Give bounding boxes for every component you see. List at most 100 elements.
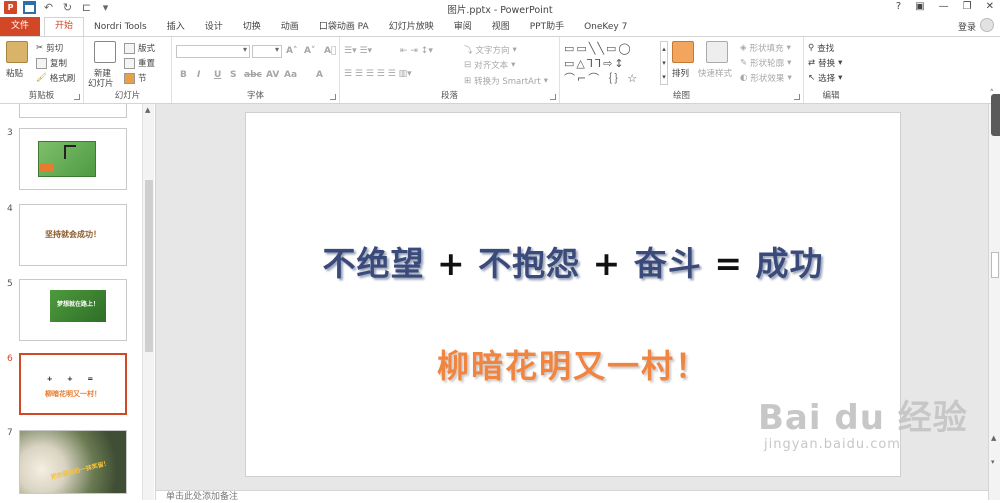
clipboard-launcher-icon[interactable]	[74, 94, 80, 100]
next-slide-icon[interactable]: ▾	[991, 458, 995, 466]
section-button[interactable]: 节	[124, 72, 147, 84]
new-slide-icon[interactable]	[94, 41, 116, 63]
font-launcher-icon[interactable]	[330, 94, 336, 100]
thumbnail-equation: + + =	[46, 375, 100, 383]
grow-font-icon[interactable]: A˄	[286, 46, 297, 56]
prev-slide-icon[interactable]: ▲	[991, 434, 996, 442]
copy-button[interactable]: 复制	[36, 57, 67, 69]
select-button[interactable]: ↖ 选择 ▾	[808, 72, 842, 84]
tab-insert[interactable]: 插入	[157, 19, 195, 36]
shape-effects-button[interactable]: ◐ 形状效果 ▾	[740, 72, 792, 84]
slide-thumbnail-6[interactable]: + + = 柳暗花明又一村！	[19, 353, 127, 415]
drawing-launcher-icon[interactable]	[794, 94, 800, 100]
slide-scrollbar[interactable]: ▲ ▾	[988, 104, 1000, 500]
format-painter-button[interactable]: 🖌 格式刷	[36, 72, 75, 84]
quick-styles-icon[interactable]	[706, 41, 728, 63]
section-icon	[124, 72, 135, 84]
slide-subtitle-text[interactable]: 柳暗花明又一村！	[246, 341, 900, 387]
font-size-combo[interactable]	[252, 45, 282, 58]
align-icons[interactable]: ☰ ☰ ☰ ☰ ☰ ▥▾	[344, 69, 412, 79]
text-direction-button[interactable]: ⤵ 文字方向 ▾	[464, 44, 517, 56]
tab-onekey[interactable]: OneKey 7	[574, 19, 637, 36]
scroll-up-icon[interactable]: ▲	[145, 106, 150, 114]
font-name-combo[interactable]	[176, 45, 250, 58]
notes-pane[interactable]: 单击此处添加备注	[156, 490, 988, 502]
tab-nordri-tools[interactable]: Nordri Tools	[84, 19, 157, 36]
bold-button[interactable]: B	[180, 70, 187, 80]
tab-transitions[interactable]: 切换	[233, 19, 271, 36]
smartart-button[interactable]: ⊞ 转换为 SmartArt ▾	[464, 75, 548, 87]
shadow-button[interactable]: S	[230, 70, 236, 80]
window-title: 图片.pptx - PowerPoint	[447, 5, 553, 16]
thumbnail-scrollbar[interactable]: ▲	[142, 104, 154, 500]
paint-bucket-icon: ◈	[740, 43, 747, 53]
tab-slide-show[interactable]: 幻灯片放映	[379, 19, 444, 36]
replace-button[interactable]: ⇄ 替换 ▾	[808, 57, 842, 69]
slide-scroll-thumb[interactable]	[991, 252, 999, 278]
arrange-icon[interactable]	[672, 41, 694, 63]
editing-group: ⚲ 查找 ⇄ 替换 ▾ ↖ 选择 ▾ 编辑	[804, 37, 858, 103]
cut-button[interactable]: ✂ 剪切	[36, 42, 63, 54]
new-slide-button-label[interactable]: 幻灯片	[88, 77, 114, 89]
tab-animations[interactable]: 动画	[271, 19, 309, 36]
help-button[interactable]: ?	[896, 1, 901, 12]
strikethrough-button[interactable]: abc	[244, 70, 262, 80]
tab-view[interactable]: 视图	[482, 19, 520, 36]
thumbnail-caption: 柳暗花明又一村！	[45, 390, 101, 398]
indent-icon[interactable]: ⇤ ⇥ ↕▾	[400, 46, 433, 56]
tab-pocket-animation[interactable]: 口袋动画 PA	[309, 19, 379, 36]
effects-icon: ◐	[740, 73, 748, 83]
equation-operator: +	[437, 244, 466, 283]
thumbnail-partial-top[interactable]	[19, 104, 127, 118]
layout-button[interactable]: 版式	[124, 42, 155, 54]
find-button[interactable]: ⚲ 查找	[808, 42, 834, 54]
restore-button[interactable]: ❐	[963, 1, 972, 12]
char-spacing-button[interactable]: AV	[266, 70, 279, 80]
reset-button[interactable]: 重置	[124, 57, 155, 69]
paste-icon[interactable]	[6, 41, 28, 63]
layout-icon	[124, 42, 135, 54]
shrink-font-icon[interactable]: A˅	[304, 46, 315, 56]
avatar[interactable]	[980, 18, 994, 32]
shapes-scroll[interactable]: ▴ ▾ ▾	[660, 41, 668, 85]
clipboard-group-label: 剪贴板	[28, 91, 55, 101]
quick-styles-button[interactable]: 快速样式	[698, 67, 732, 79]
change-case-button[interactable]: Aa	[284, 70, 297, 80]
paste-button[interactable]: 粘贴	[6, 67, 23, 79]
slides-group-label: 幻灯片	[114, 91, 141, 101]
shape-outline-button[interactable]: ✎ 形状轮廓 ▾	[740, 57, 791, 69]
align-text-button[interactable]: ⊟ 对齐文本 ▾	[464, 59, 515, 71]
slide-thumbnail-7[interactable]: 把你最美的一抹笑留！	[19, 430, 127, 494]
thumbnail-caption: 坚持就会成功！	[45, 230, 101, 239]
thumbnail-scroll-thumb[interactable]	[145, 180, 153, 352]
tab-file[interactable]: 文件	[0, 17, 40, 36]
slide-thumbnail-5[interactable]: 梦想就在路上！	[19, 279, 127, 341]
drawing-group-label: 绘图	[672, 91, 690, 101]
title-bar: P ↶ ↻ ⊏ ▾ 图片.pptx - PowerPoint ? ▣ — ❐ ✕	[0, 0, 1000, 17]
sign-in-link[interactable]: 登录	[958, 20, 976, 33]
close-button[interactable]: ✕	[986, 1, 994, 12]
slides-group: 新建 幻灯片 版式 重置 节 幻灯片	[84, 37, 172, 103]
ribbon-display-button[interactable]: ▣	[915, 1, 924, 12]
underline-button[interactable]: U	[214, 70, 221, 80]
font-color-button[interactable]: A	[316, 70, 323, 80]
side-panel-tab[interactable]	[991, 94, 1000, 136]
arrange-button[interactable]: 排列	[672, 67, 689, 79]
replace-icon: ⇄	[808, 58, 816, 68]
italic-button[interactable]: I	[197, 70, 200, 80]
slide-thumbnail-4[interactable]: 坚持就会成功！	[19, 204, 127, 266]
tab-design[interactable]: 设计	[195, 19, 233, 36]
tab-review[interactable]: 审阅	[444, 19, 482, 36]
paragraph-group: ☰▾ ☰▾ ⇤ ⇥ ↕▾ ⤵ 文字方向 ▾ ☰ ☰ ☰ ☰ ☰ ▥▾ ⊟ 对齐文本 ▾ …	[340, 37, 560, 103]
shape-fill-button[interactable]: ◈ 形状填充 ▾	[740, 42, 791, 54]
tab-home[interactable]: 开始	[44, 17, 85, 36]
slide-number: 6	[7, 354, 13, 364]
clear-format-icon[interactable]: A⃠	[324, 46, 336, 56]
shapes-gallery[interactable]: ▭▭╲╲▭◯ ▭△⅂⅂⇨↕ ⌒⌐⌒｛｝☆	[564, 41, 660, 87]
tab-ppt-assistant[interactable]: PPT助手	[520, 19, 574, 36]
slide-thumbnail-3[interactable]	[19, 128, 127, 190]
bullets-icon[interactable]: ☰▾ ☰▾	[344, 46, 372, 56]
minimize-button[interactable]: —	[939, 1, 949, 12]
paragraph-launcher-icon[interactable]	[550, 94, 556, 100]
slide-equation-text[interactable]: 不绝望 + 不抱怨 + 奋斗 = 成功	[246, 237, 900, 285]
